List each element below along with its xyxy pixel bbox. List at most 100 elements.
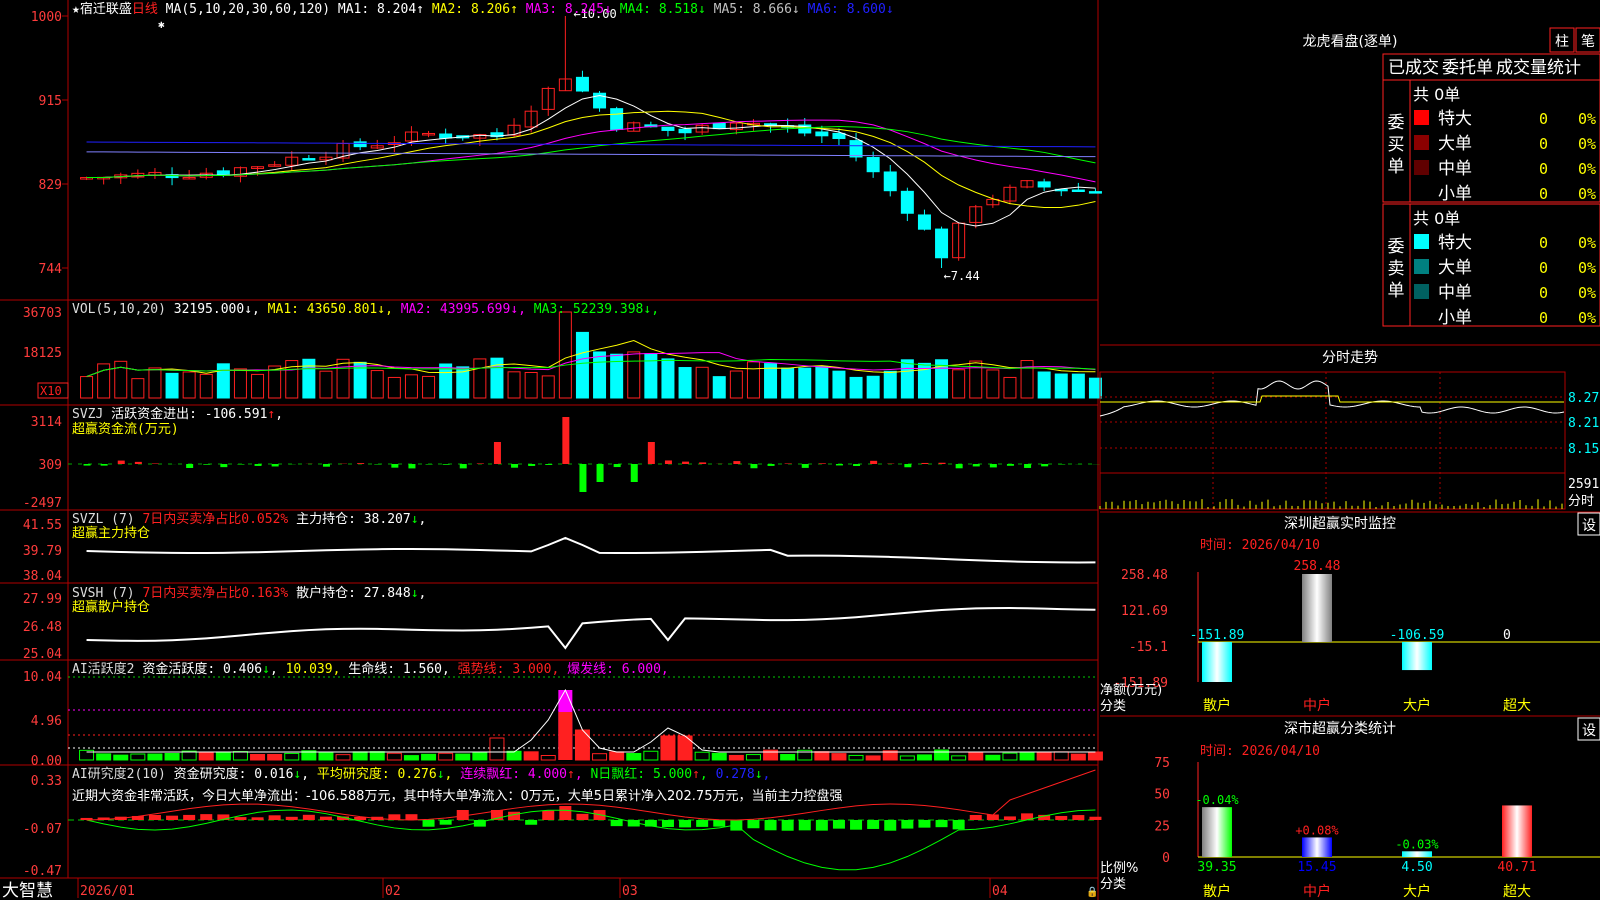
tab-1[interactable]: 已成交 (1388, 58, 1439, 78)
buy-row-pct: 0% (1578, 110, 1596, 128)
unit-badge-label: X10 (40, 384, 62, 398)
monitor-tick: 121.69 (1121, 604, 1168, 619)
volume-bar (251, 373, 265, 399)
research-bar (747, 820, 760, 829)
stock-terminal: 1000915829744←10.00←7.44★宿迁联盛日线 MA(5,10,… (0, 0, 1600, 900)
classify-value-label: 40.71 (1497, 860, 1536, 875)
activity-bar (985, 754, 1001, 761)
volume-bar (1037, 371, 1051, 399)
sell-side-label: 卖 (1388, 259, 1405, 279)
research-bar (405, 814, 418, 820)
monitor-title: 深圳超赢实时监控 (1284, 515, 1396, 532)
bar-mode-label[interactable]: 柱 (1555, 34, 1569, 50)
candle-body (661, 126, 675, 131)
volume-bar (712, 376, 726, 399)
activity-bar (848, 754, 864, 761)
candle-body (1037, 181, 1051, 188)
marker-icon: ✱ (158, 18, 165, 31)
flow-bar (1041, 464, 1049, 467)
classify-unit: 比例% (1100, 861, 1138, 876)
research-bar (850, 820, 863, 830)
date-label: 03 (622, 884, 638, 899)
research-comment: 近期大资金非常活跃，今日大单净流出：-106.588万元，其中特大单净流入：0万… (72, 788, 842, 804)
research-bar (319, 816, 332, 820)
research-bar (559, 806, 572, 820)
fund-flow-bars[interactable] (83, 417, 1100, 492)
flow-bar (613, 464, 621, 468)
monitor-value-label: 258.48 (1294, 559, 1341, 574)
activity-bar (335, 754, 351, 761)
volume-chart[interactable] (80, 311, 1102, 399)
flow-bar (100, 464, 108, 466)
svzl-header: SVZL (7) 7日内买卖净占比0.052% 主力持仓: 38.207↓, (72, 511, 426, 527)
flow-tick: 309 (39, 458, 62, 473)
activity-tick: 4.96 (31, 714, 62, 729)
monitor-value-label: -151.89 (1190, 628, 1245, 643)
monitor-category: 超大 (1503, 698, 1531, 714)
candle-body (849, 140, 863, 158)
price-tick: 1000 (31, 10, 62, 25)
flow-bar (545, 464, 553, 465)
flow-bar (186, 464, 194, 468)
classify-bar (1402, 851, 1432, 857)
buy-row-label: 小单 (1438, 184, 1472, 204)
classify-change-label: -0.03% (1395, 837, 1439, 851)
candle-body (575, 76, 589, 92)
activity-bar (745, 754, 761, 761)
activity-tick: 10.04 (23, 670, 62, 685)
flow-bar (699, 462, 707, 464)
monitor-cat-label: 分类 (1100, 699, 1126, 714)
research-bar (884, 820, 897, 831)
activity-line (86, 688, 1096, 753)
retail-tick: 27.99 (23, 592, 62, 607)
date-label: 02 (385, 884, 401, 899)
research-bar (439, 820, 452, 825)
tab-2[interactable]: 委托单 (1442, 58, 1493, 78)
flow-tick: -2497 (23, 496, 62, 511)
candle-body (832, 132, 846, 140)
holding-tick: 39.79 (23, 544, 62, 559)
volume-bar (80, 376, 94, 399)
sell-row-count: 0 (1539, 259, 1548, 277)
activity-bars[interactable] (79, 690, 1103, 761)
ma-line-3 (86, 119, 1096, 183)
svzj-subtitle: 超赢资金流(万元) (72, 421, 179, 437)
monitor-value-label: 0 (1503, 628, 1511, 643)
buy-row-pct: 0% (1578, 135, 1596, 153)
volume-bar (1003, 376, 1017, 399)
volume-bar (558, 311, 572, 399)
activity-bar (916, 754, 932, 761)
classify-change-label: +0.08% (1295, 823, 1339, 837)
classify-value-label: 15.45 (1297, 860, 1336, 875)
activity-bar (1002, 752, 1018, 761)
activity-bar (558, 712, 573, 760)
activity-bar (694, 751, 710, 761)
classify-settings-label[interactable]: 设 (1582, 723, 1596, 739)
intraday-title: 分时走势 (1322, 350, 1378, 366)
monitor-category: 大户 (1403, 697, 1431, 714)
volume-bar (883, 370, 897, 399)
sell-total: 共 0单 (1413, 209, 1460, 228)
candle-body (900, 190, 914, 214)
intraday-tick: 8.21 (1568, 416, 1599, 431)
flow-bar (562, 417, 570, 464)
buy-row-count: 0 (1539, 185, 1548, 203)
tab-3[interactable]: 成交量统计 (1496, 58, 1581, 78)
monitor-time: 时间: 2026/04/10 (1200, 538, 1320, 553)
candlestick-chart[interactable] (80, 16, 1102, 268)
candle-body (302, 158, 316, 161)
price-tick: 829 (39, 178, 62, 193)
volume-bar (986, 369, 1000, 399)
activity-bar (267, 753, 283, 761)
monitor-value-label: -106.59 (1390, 628, 1445, 643)
research-bar (166, 815, 179, 820)
intraday-vol-tick: 2591 (1568, 477, 1599, 492)
monitor-settings-label[interactable]: 设 (1582, 518, 1596, 534)
classify-change-label: -0.04% (1195, 793, 1239, 807)
research-bars[interactable] (80, 806, 1102, 831)
svsh-header: SVSH (7) 7日内买卖净占比0.163% 散户持仓: 27.848↓, (72, 585, 426, 601)
sell-swatch (1414, 259, 1429, 274)
pen-mode-label[interactable]: 笔 (1581, 34, 1595, 50)
activity-bar (438, 752, 454, 761)
activity-bar (831, 753, 847, 761)
